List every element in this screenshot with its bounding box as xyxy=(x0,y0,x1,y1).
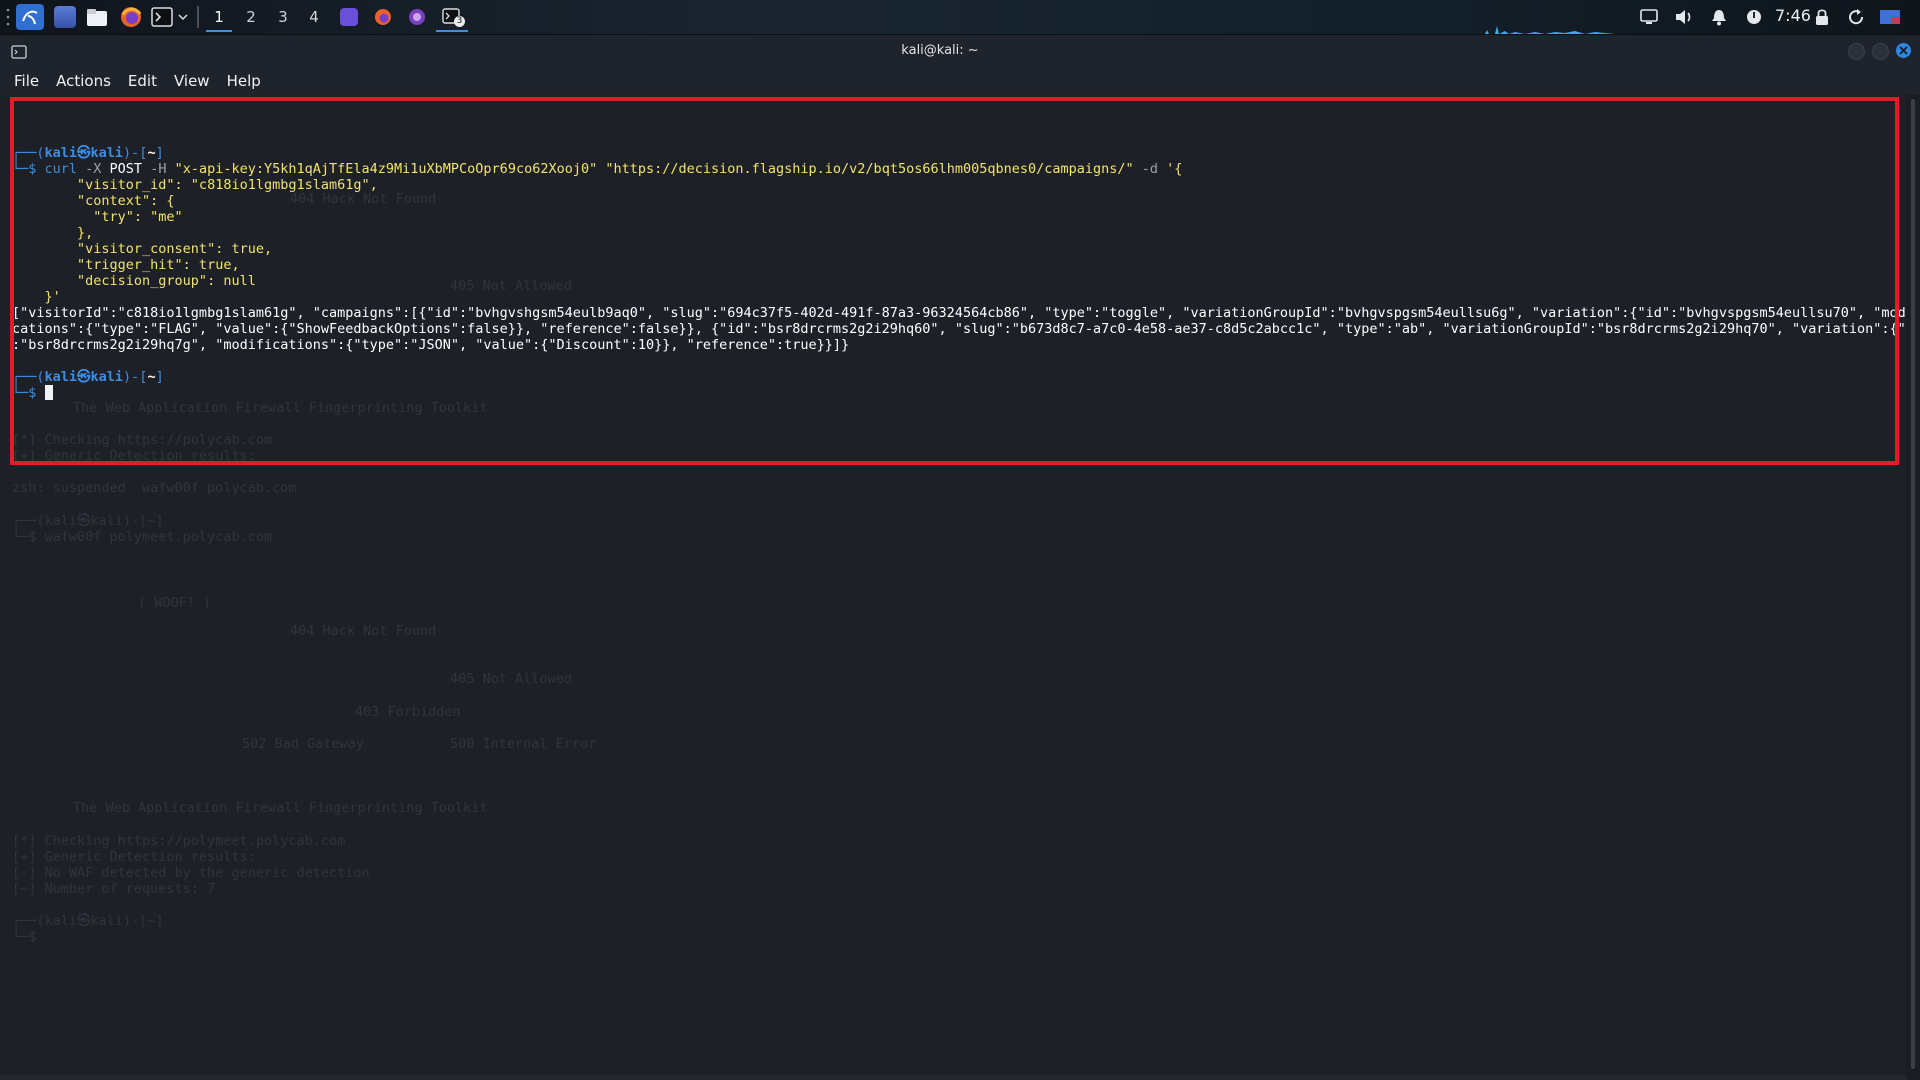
menu-bar: File Actions Edit View Help xyxy=(0,67,1920,95)
ghost-text: [~] Number of requests: 7 xyxy=(12,881,216,897)
display-icon[interactable] xyxy=(1636,5,1662,29)
show-desktop-icon[interactable] xyxy=(52,4,78,30)
terminal-scrollbar[interactable] xyxy=(1906,95,1920,1080)
close-button[interactable] xyxy=(1896,43,1911,58)
refresh-icon[interactable] xyxy=(1843,5,1869,29)
workspace-1[interactable]: 1 xyxy=(206,4,232,32)
network-monitor-graph xyxy=(1475,26,1635,34)
ghost-text: └─$ xyxy=(12,929,37,945)
menu-help[interactable]: Help xyxy=(227,72,261,90)
ghost-text: ( WOOF! ) xyxy=(138,595,212,611)
file-manager-icon[interactable] xyxy=(84,4,110,30)
ghost-text: 405 Not Allowed xyxy=(450,671,572,687)
ghost-text: └─$ wafw00f polymeet.polycab.com xyxy=(12,529,273,545)
ghost-text: zsh: suspended wafw00f polycab.com xyxy=(12,480,297,496)
menu-file[interactable]: File xyxy=(14,72,39,90)
window-count-badge: 3 xyxy=(454,16,465,27)
window-titlebar[interactable]: kali@kali: ~ xyxy=(0,35,1920,67)
taskbar-separator xyxy=(197,6,199,28)
menu-view[interactable]: View xyxy=(174,72,210,90)
clock[interactable]: 7:46 xyxy=(1775,6,1811,25)
ghost-text: [+] Generic Detection results: xyxy=(12,849,256,865)
app-terminal-window[interactable]: 3 xyxy=(436,4,468,32)
ghost-text: 404 Hack Not Found xyxy=(290,623,437,639)
window-bottom-edge xyxy=(0,1075,1906,1080)
ghost-text: ┌──(kali㉿kali)-[~] xyxy=(12,913,164,929)
ghost-text: 502 Bad Gateway xyxy=(242,736,364,752)
ghost-text: 403 Forbidden xyxy=(355,704,461,720)
taskbar: 1 2 3 4 3 7:46 xyxy=(0,0,1920,35)
workspace-3[interactable]: 3 xyxy=(270,4,296,30)
highlight-box xyxy=(10,97,1899,465)
notification-bell-icon[interactable] xyxy=(1706,5,1732,29)
scrollbar-thumb[interactable] xyxy=(1911,99,1915,1069)
panel-handle-icon[interactable] xyxy=(4,4,12,30)
volume-icon[interactable] xyxy=(1671,5,1697,29)
status-circle-icon[interactable] xyxy=(1741,5,1767,29)
minimize-button[interactable] xyxy=(1848,43,1865,60)
ghost-text: [*] Checking https://polymeet.polycab.co… xyxy=(12,833,346,849)
firefox-icon[interactable] xyxy=(118,4,144,30)
app-burp-icon[interactable] xyxy=(336,4,362,30)
ghost-text: [-] No WAF detected by the generic detec… xyxy=(12,865,370,881)
lock-icon[interactable] xyxy=(1809,5,1835,29)
app-firefox-window-icon[interactable] xyxy=(370,4,396,30)
ghost-text: The Web Application Firewall Fingerprint… xyxy=(73,800,488,816)
menu-actions[interactable]: Actions xyxy=(56,72,111,90)
workspace-4[interactable]: 4 xyxy=(301,4,327,30)
app-tor-icon[interactable] xyxy=(404,4,430,30)
ghost-text: ┌──(kali㉿kali)-[~] xyxy=(12,513,164,529)
chevron-down-icon[interactable] xyxy=(176,4,190,30)
ghost-text: 500 Internal Error xyxy=(450,736,597,752)
workspace-2[interactable]: 2 xyxy=(238,4,264,30)
window-title: kali@kali: ~ xyxy=(901,43,979,58)
terminal-launcher-icon[interactable] xyxy=(150,4,174,30)
menu-edit[interactable]: Edit xyxy=(128,72,157,90)
maximize-button[interactable] xyxy=(1872,43,1889,60)
kali-menu-icon[interactable] xyxy=(16,4,44,30)
workspace-switcher-icon[interactable] xyxy=(1876,5,1904,29)
close-icon xyxy=(1899,46,1908,55)
